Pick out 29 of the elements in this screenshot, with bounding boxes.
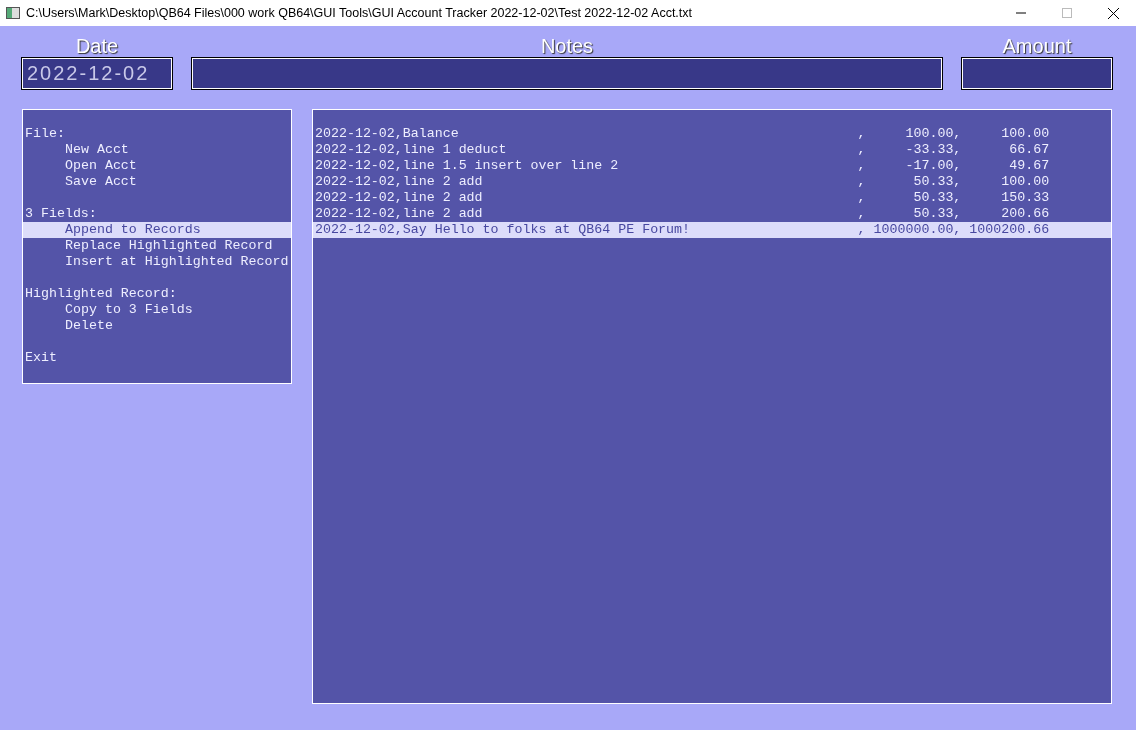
menu-item[interactable]: Save Acct — [23, 174, 291, 190]
menu-item[interactable]: Delete — [23, 318, 291, 334]
record-row[interactable]: 2022-12-02,line 1 deduct , -33.33, 66.67 — [313, 142, 1111, 158]
menu-heading: 3 Fields: — [24, 206, 98, 222]
notes-field[interactable] — [192, 58, 942, 89]
record-row[interactable]: 2022-12-02,line 2 add , 50.33, 200.66 — [313, 206, 1111, 222]
field-label: Amount — [1001, 34, 1073, 58]
app-icon — [6, 7, 20, 19]
record-row[interactable]: 2022-12-02,Balance , 100.00, 100.00 — [313, 126, 1111, 142]
menu-item[interactable]: Replace Highlighted Record — [23, 238, 291, 254]
date-field[interactable]: 2022-12-02 — [22, 58, 172, 89]
menu-item[interactable]: New Acct — [23, 142, 291, 158]
menu-item[interactable]: Open Acct — [23, 158, 291, 174]
menu-heading: File: — [24, 126, 66, 142]
record-row[interactable]: 2022-12-02,line 2 add , 50.33, 150.33 — [313, 190, 1111, 206]
record-row[interactable]: 2022-12-02,Say Hello to folks at QB64 PE Forum! , 1000000.00, 1000200.66 — [313, 222, 1111, 238]
window-title: C:\Users\Mark\Desktop\QB64 Files\000 work QB64\GUI Tools\GUI Account Tracker 2022-12-02\Test 2022-12-02 Acct.txt — [26, 4, 693, 22]
record-row[interactable]: 2022-12-02,line 2 add , 50.33, 100.00 — [313, 174, 1111, 190]
maximize-icon — [1062, 8, 1072, 18]
menu-item[interactable]: Insert at Highlighted Record — [23, 254, 291, 270]
field-label: Date — [74, 34, 120, 58]
menu-item[interactable]: Append to Records — [23, 222, 291, 238]
menu-item[interactable]: Copy to 3 Fields — [23, 302, 291, 318]
menu-heading: Highlighted Record: — [24, 286, 178, 302]
menu-item[interactable]: Exit — [23, 350, 291, 366]
record-row[interactable]: 2022-12-02,line 1.5 insert over line 2 , -17.00, 49.67 — [313, 158, 1111, 174]
field-label: Notes — [539, 34, 595, 58]
amount-field[interactable] — [962, 58, 1112, 89]
close-icon — [1107, 7, 1119, 19]
